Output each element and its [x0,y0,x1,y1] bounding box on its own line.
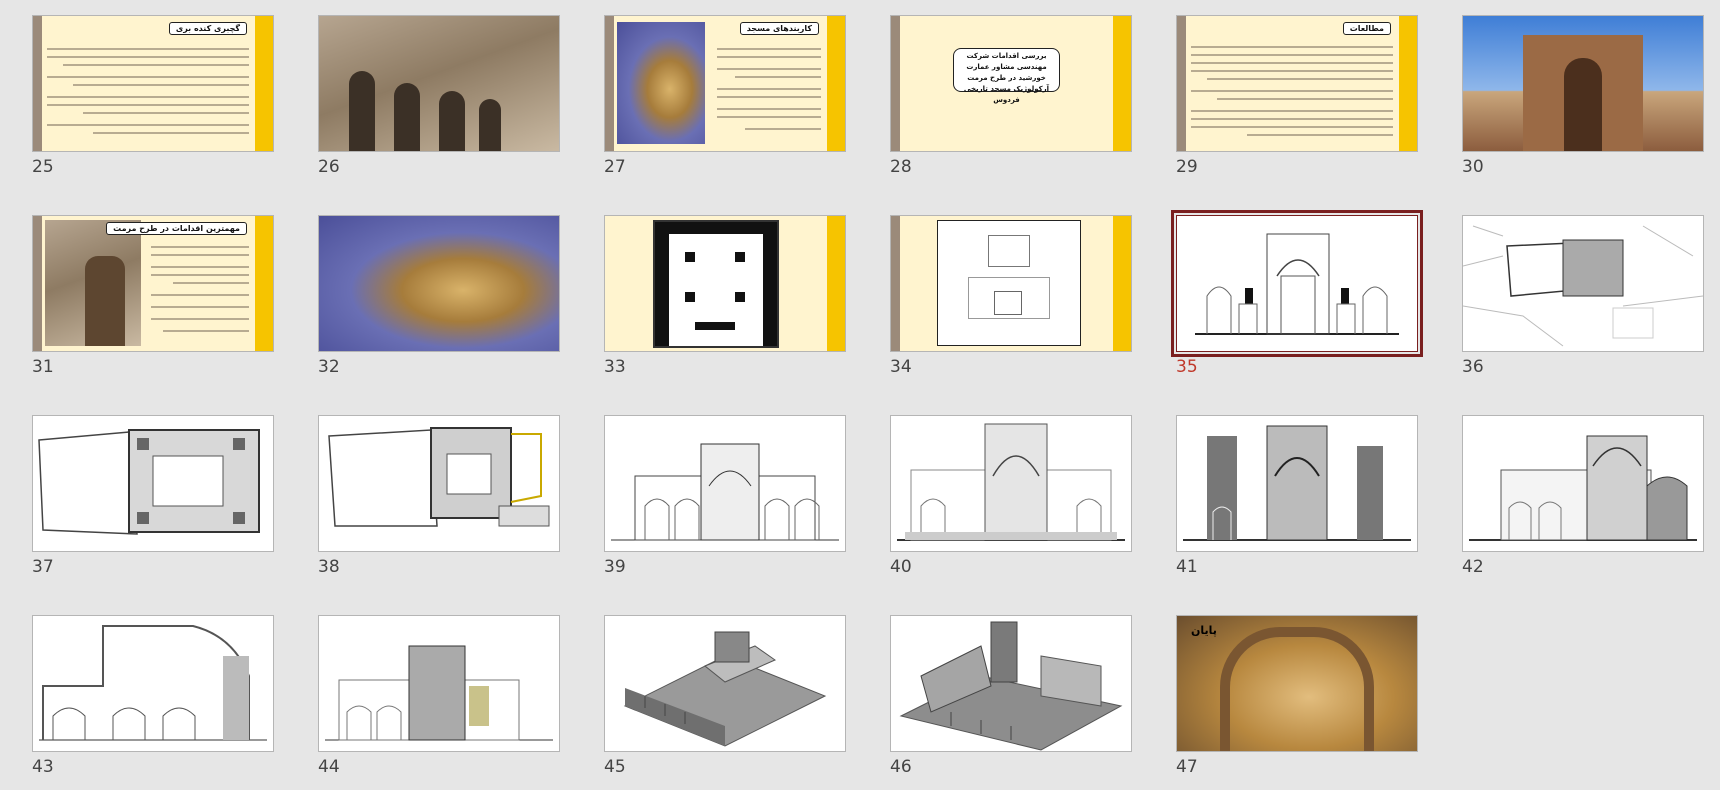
slide-number: 36 [1462,357,1484,377]
slide-number: 27 [604,157,626,177]
slide-preview[interactable] [318,215,560,352]
slide-number: 33 [604,357,626,377]
slide-preview[interactable] [318,415,560,552]
elevation-drawing [891,416,1131,551]
slide-number: 31 [32,357,54,377]
slide-preview[interactable]: مطالعات [1176,15,1418,152]
slide-thumbnail[interactable]: 37 [32,415,274,577]
slide-preview[interactable] [1171,210,1423,357]
slide-title: گچبری کنده بری [168,22,247,35]
3d-model-render [605,616,845,751]
adobe-corridor-photo [319,16,559,151]
slide-thumbnail[interactable]: مطالعات 29 [1176,15,1418,177]
3d-model-render [891,616,1131,751]
slide-thumbnail[interactable]: مهمترین اقدامات در طرح مرمت 31 [32,215,274,377]
slide-thumbnail[interactable]: 43 [32,615,274,777]
slide-thumbnail[interactable]: 44 [318,615,560,777]
slide-preview[interactable]: کاربندهای مسجد [604,15,846,152]
site-drawing [1463,216,1703,351]
slide-number: 44 [318,757,340,777]
site-plan [937,220,1081,346]
slide-preview[interactable] [1462,415,1704,552]
slide-preview[interactable] [1462,215,1704,352]
slide-thumbnail-selected[interactable]: 35 [1171,210,1423,377]
slide-preview[interactable] [1176,415,1418,552]
elevation-drawing [1177,416,1417,551]
slide-preview[interactable] [318,15,560,152]
slide-number: 47 [1176,757,1198,777]
slide-thumbnail[interactable]: کاربندهای مسجد 27 [604,15,846,177]
floor-plan-drawing [33,416,273,551]
floor-plan-drawing [319,416,559,551]
slide-thumbnail[interactable]: 36 [1462,215,1704,377]
slide-preview[interactable] [32,415,274,552]
slide-number: 28 [890,157,912,177]
slide-number: 43 [32,757,54,777]
slide-preview[interactable] [890,615,1132,752]
slide-preview[interactable] [604,615,846,752]
slide-thumbnail[interactable]: 38 [318,415,560,577]
slide-thumbnail[interactable]: 42 [1462,415,1704,577]
slide-number: 41 [1176,557,1198,577]
slide-preview[interactable] [604,415,846,552]
floor-plan [653,220,779,348]
elevation-drawing [1177,216,1417,351]
slide-thumbnail[interactable]: 46 [890,615,1132,777]
slide-thumbnail[interactable]: 40 [890,415,1132,577]
slide-thumbnail[interactable]: بررسی اقدامات شرکت مهندسی مشاور عمارت خو… [890,15,1132,177]
slide-number: 35 [1176,357,1198,377]
slide-title: بررسی اقدامات شرکت مهندسی مشاور عمارت خو… [953,48,1060,104]
slide-preview[interactable] [32,615,274,752]
slide-number: 30 [1462,157,1484,177]
section-drawing [1463,416,1703,551]
slide-preview[interactable] [604,215,846,352]
slide-thumbnail[interactable]: 30 [1462,15,1704,177]
section-drawing [319,616,559,751]
slide-number: 37 [32,557,54,577]
slide-preview[interactable] [890,215,1132,352]
slide-preview[interactable] [1462,15,1704,152]
slide-number: 32 [318,357,340,377]
slide-title: مطالعات [1342,22,1391,35]
slide-preview[interactable]: گچبری کنده بری [32,15,274,152]
slide-preview[interactable] [890,415,1132,552]
slide-thumbnail[interactable]: گچبری کنده بری 25 [32,15,274,177]
slide-number: 25 [32,157,54,177]
slide-thumbnail[interactable]: 26 [318,15,560,177]
slide-number: 45 [604,757,626,777]
slide-number: 40 [890,557,912,577]
mosque-facade-photo [1463,16,1703,151]
muqarnas-photo [319,216,559,351]
slide-thumbnail[interactable]: 32 [318,215,560,377]
slide-number: 38 [318,557,340,577]
slide-preview[interactable]: مهمترین اقدامات در طرح مرمت [32,215,274,352]
slide-number: 26 [318,157,340,177]
slide-number: 29 [1176,157,1198,177]
slide-preview[interactable]: پایان [1176,615,1418,752]
slide-number: 42 [1462,557,1484,577]
slide-sorter-grid: گچبری کنده بری 25 26 کاربندهای مسجد 27 ب… [0,0,1720,790]
slide-title: مهمترین اقدامات در طرح مرمت [106,222,247,235]
slide-thumbnail[interactable]: 41 [1176,415,1418,577]
slide-thumbnail[interactable]: پایان 47 [1176,615,1418,777]
slide-number: 34 [890,357,912,377]
slide-thumbnail[interactable]: 33 [604,215,846,377]
section-drawing [33,616,273,751]
slide-thumbnail[interactable]: 34 [890,215,1132,377]
slide-number: 46 [890,757,912,777]
slide-preview[interactable] [318,615,560,752]
slide-number: 39 [604,557,626,577]
slide-title: کاربندهای مسجد [739,22,819,35]
elevation-drawing [605,416,845,551]
slide-thumbnail[interactable]: 39 [604,415,846,577]
slide-preview[interactable]: بررسی اقدامات شرکت مهندسی مشاور عمارت خو… [890,15,1132,152]
slide-title: پایان [1191,624,1217,637]
slide-thumbnail[interactable]: 45 [604,615,846,777]
